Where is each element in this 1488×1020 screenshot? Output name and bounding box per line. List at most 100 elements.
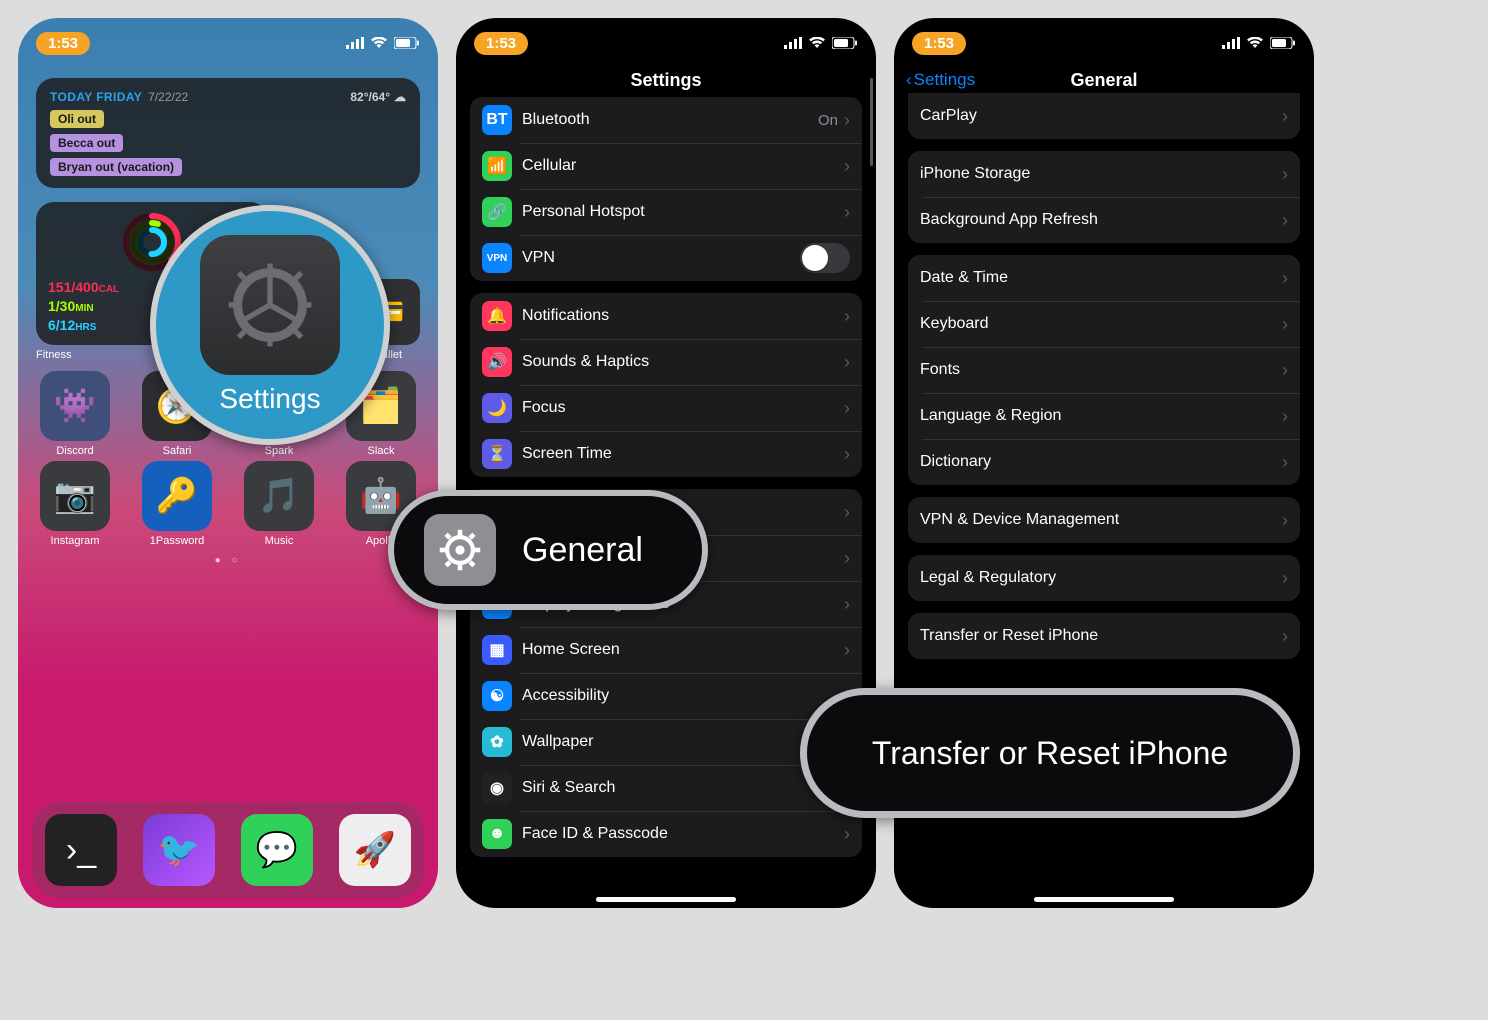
chevron-right-icon: ›	[844, 824, 850, 845]
general-row-vpn-device-management[interactable]: VPN & Device Management›	[908, 497, 1300, 543]
settings-group-connectivity: BTBluetoothOn›📶Cellular›🔗Personal Hotspo…	[470, 97, 862, 281]
app-icon: 👾	[40, 371, 110, 441]
chevron-right-icon: ›	[844, 352, 850, 373]
settings-row-focus[interactable]: 🌙Focus›	[470, 385, 862, 431]
calendar-widget[interactable]: TODAY FRIDAY7/22/22 82°/64° ☁︎ Oli outBe…	[36, 78, 420, 188]
row-label: Fonts	[920, 361, 1282, 379]
scroll-indicator[interactable]	[870, 78, 873, 166]
chevron-right-icon: ›	[844, 202, 850, 223]
chevron-right-icon: ›	[844, 640, 850, 661]
status-time-pill: 1:53	[36, 32, 90, 55]
chevron-right-icon: ›	[1282, 106, 1288, 127]
chevron-right-icon: ›	[1282, 268, 1288, 289]
status-indicators	[1222, 37, 1296, 49]
general-group-locale: Date & Time›Keyboard›Fonts›Language & Re…	[908, 255, 1300, 485]
app-instagram[interactable]: 📷 Instagram	[28, 461, 122, 547]
nav-back-button[interactable]: ‹Settings	[906, 70, 975, 90]
status-bar: 1:53	[18, 18, 438, 62]
chevron-right-icon: ›	[844, 156, 850, 177]
general-row-background-app-refresh[interactable]: Background App Refresh›	[908, 197, 1300, 243]
settings-row-home-screen[interactable]: ▦Home Screen›	[470, 627, 862, 673]
row-icon: 🔔	[482, 301, 512, 331]
toggle[interactable]	[800, 243, 850, 273]
row-label: Notifications	[522, 307, 844, 325]
weather-icon: ☁︎	[394, 90, 406, 104]
settings-row-cellular[interactable]: 📶Cellular›	[470, 143, 862, 189]
row-label: Transfer or Reset iPhone	[920, 627, 1282, 645]
row-label: Siri & Search	[522, 779, 844, 797]
status-indicators	[784, 37, 858, 49]
general-row-dictionary[interactable]: Dictionary›	[908, 439, 1300, 485]
gear-icon	[437, 527, 483, 573]
row-label: Keyboard	[920, 315, 1282, 333]
row-label: Face ID & Passcode	[522, 825, 844, 843]
app-icon: 🎵	[244, 461, 314, 531]
gear-icon	[225, 260, 315, 350]
move-value: 151/400	[48, 279, 99, 295]
dock: ›_ 🐦 💬 🚀	[32, 802, 424, 898]
widget-title: TODAY FRIDAY	[50, 90, 142, 104]
app-music[interactable]: 🎵Music	[232, 461, 326, 547]
chevron-right-icon: ›	[1282, 568, 1288, 589]
home-indicator[interactable]	[596, 897, 736, 902]
chevron-right-icon: ›	[844, 110, 850, 131]
general-row-fonts[interactable]: Fonts›	[908, 347, 1300, 393]
status-bar: 1:53	[456, 18, 876, 62]
callout-settings-label: Settings	[219, 383, 320, 415]
row-icon: ✿	[482, 727, 512, 757]
page-indicator[interactable]: ● ○	[18, 555, 438, 566]
general-group-reset: Transfer or Reset iPhone›	[908, 613, 1300, 659]
settings-row-notifications[interactable]: 🔔Notifications›	[470, 293, 862, 339]
general-row-legal-regulatory[interactable]: Legal & Regulatory›	[908, 555, 1300, 601]
general-row-transfer-or-reset-iphone[interactable]: Transfer or Reset iPhone›	[908, 613, 1300, 659]
settings-row-personal-hotspot[interactable]: 🔗Personal Hotspot›	[470, 189, 862, 235]
dock-app-messages[interactable]: 💬	[241, 814, 313, 886]
row-icon: 🔗	[482, 197, 512, 227]
app-1password[interactable]: 🔑1Password	[130, 461, 224, 547]
row-label: VPN & Device Management	[920, 511, 1282, 529]
settings-row-accessibility[interactable]: ☯Accessibility›	[470, 673, 862, 719]
general-row-carplay[interactable]: CarPlay›	[908, 93, 1300, 139]
dock-app-launcher[interactable]: 🚀	[339, 814, 411, 886]
row-label: Focus	[522, 399, 844, 417]
dock-app-bird[interactable]: 🐦	[143, 814, 215, 886]
general-row-iphone-storage[interactable]: iPhone Storage›	[908, 151, 1300, 197]
general-row-date-time[interactable]: Date & Time›	[908, 255, 1300, 301]
settings-row-face-id-passcode[interactable]: ☻ Face ID & Passcode›	[470, 811, 862, 857]
wifi-icon	[1246, 37, 1264, 49]
exercise-value: 1/30	[48, 298, 75, 314]
status-bar: 1:53	[894, 18, 1314, 62]
settings-row-screen-time[interactable]: ⏳Screen Time›	[470, 431, 862, 477]
general-row-language-region[interactable]: Language & Region›	[908, 393, 1300, 439]
app-icon: 🔑	[142, 461, 212, 531]
app-label: Slack	[368, 445, 395, 457]
row-label: Language & Region	[920, 407, 1282, 425]
settings-row-bluetooth[interactable]: BTBluetoothOn›	[470, 97, 862, 143]
chevron-right-icon: ›	[1282, 164, 1288, 185]
chevron-right-icon: ›	[844, 594, 850, 615]
row-icon: ⏳	[482, 439, 512, 469]
row-label: Date & Time	[920, 269, 1282, 287]
settings-row-sounds-haptics[interactable]: 🔊Sounds & Haptics›	[470, 339, 862, 385]
chevron-left-icon: ‹	[906, 70, 912, 90]
app-label: Instagram	[51, 535, 100, 547]
row-icon: ☻	[482, 819, 512, 849]
battery-icon	[1270, 37, 1296, 49]
row-value: On	[818, 112, 838, 129]
general-group-storage: iPhone Storage›Background App Refresh›	[908, 151, 1300, 243]
dock-app-terminal[interactable]: ›_	[45, 814, 117, 886]
chevron-right-icon: ›	[1282, 626, 1288, 647]
general-group-legal: Legal & Regulatory›	[908, 555, 1300, 601]
settings-row-vpn[interactable]: VPNVPN	[470, 235, 862, 281]
nav-title: General	[1070, 70, 1137, 90]
app-discord[interactable]: 👾 Discord	[28, 371, 122, 457]
chevron-right-icon: ›	[844, 398, 850, 419]
calendar-tag: Oli out	[50, 110, 104, 128]
app-icon: 📷	[40, 461, 110, 531]
chevron-right-icon: ›	[1282, 314, 1288, 335]
wifi-icon	[370, 37, 388, 49]
general-row-keyboard[interactable]: Keyboard›	[908, 301, 1300, 347]
app-label: Discord	[56, 445, 93, 457]
home-indicator[interactable]	[1034, 897, 1174, 902]
row-label: Wallpaper	[522, 733, 844, 751]
